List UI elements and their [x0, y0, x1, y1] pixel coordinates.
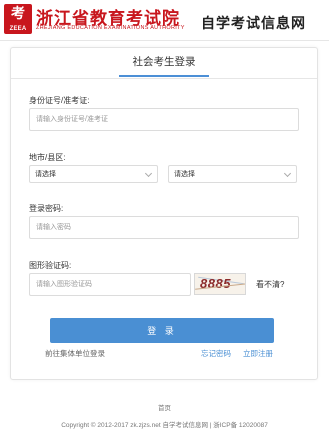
footer-home-link[interactable]: 首页 — [0, 402, 329, 412]
tab-social-candidate-login[interactable]: 社会考生登录 — [115, 54, 213, 69]
org-name-en: ZHEJIANG EDUCATION EXAMINATIONS AUTHORIT… — [36, 25, 185, 31]
id-label: 身份证号/准考证: — [29, 96, 90, 105]
region-label: 地市/县区: — [29, 153, 66, 162]
captcha-code: 8885 — [200, 276, 231, 291]
chevron-down-icon — [144, 169, 153, 178]
login-button[interactable]: 登 录 — [50, 318, 274, 343]
login-card: 社会考生登录 身份证号/准考证: 地市/县区: 请选择 请选择 登录密码: 图形… — [10, 47, 318, 380]
chevron-down-icon — [283, 169, 292, 178]
zeea-logo[interactable]: 考 ZEEA — [4, 4, 32, 34]
password-label: 登录密码: — [29, 204, 64, 213]
password-input[interactable] — [29, 216, 299, 239]
group-login-link[interactable]: 前往集体单位登录 — [45, 348, 105, 359]
logo-abbr: ZEEA — [9, 26, 27, 32]
city-select-value: 请选择 — [35, 171, 56, 178]
site-header: 考 ZEEA 浙江省教育考试院 ZHEJIANG EDUCATION EXAMI… — [0, 0, 329, 41]
forgot-password-link[interactable]: 忘记密码 — [201, 348, 231, 359]
county-select[interactable]: 请选择 — [168, 165, 297, 183]
captcha-refresh-link[interactable]: 看不清? — [256, 279, 284, 290]
site-name: 自学考试信息网 — [201, 15, 306, 31]
id-number-input[interactable] — [29, 108, 299, 131]
register-link[interactable]: 立即注册 — [243, 348, 273, 359]
login-tab-bar: 社会考生登录 — [11, 48, 317, 79]
captcha-label: 图形验证码: — [29, 261, 72, 270]
captcha-input[interactable] — [29, 273, 191, 296]
county-select-value: 请选择 — [174, 171, 195, 178]
logo-glyph: 考 — [11, 5, 25, 21]
footer-copyright: Copyright © 2012-2017 zk.zjzs.net 自学考试信息… — [61, 422, 268, 429]
active-tab-indicator — [119, 75, 209, 77]
city-select[interactable]: 请选择 — [29, 165, 158, 183]
captcha-image[interactable]: 8885 — [194, 273, 246, 295]
